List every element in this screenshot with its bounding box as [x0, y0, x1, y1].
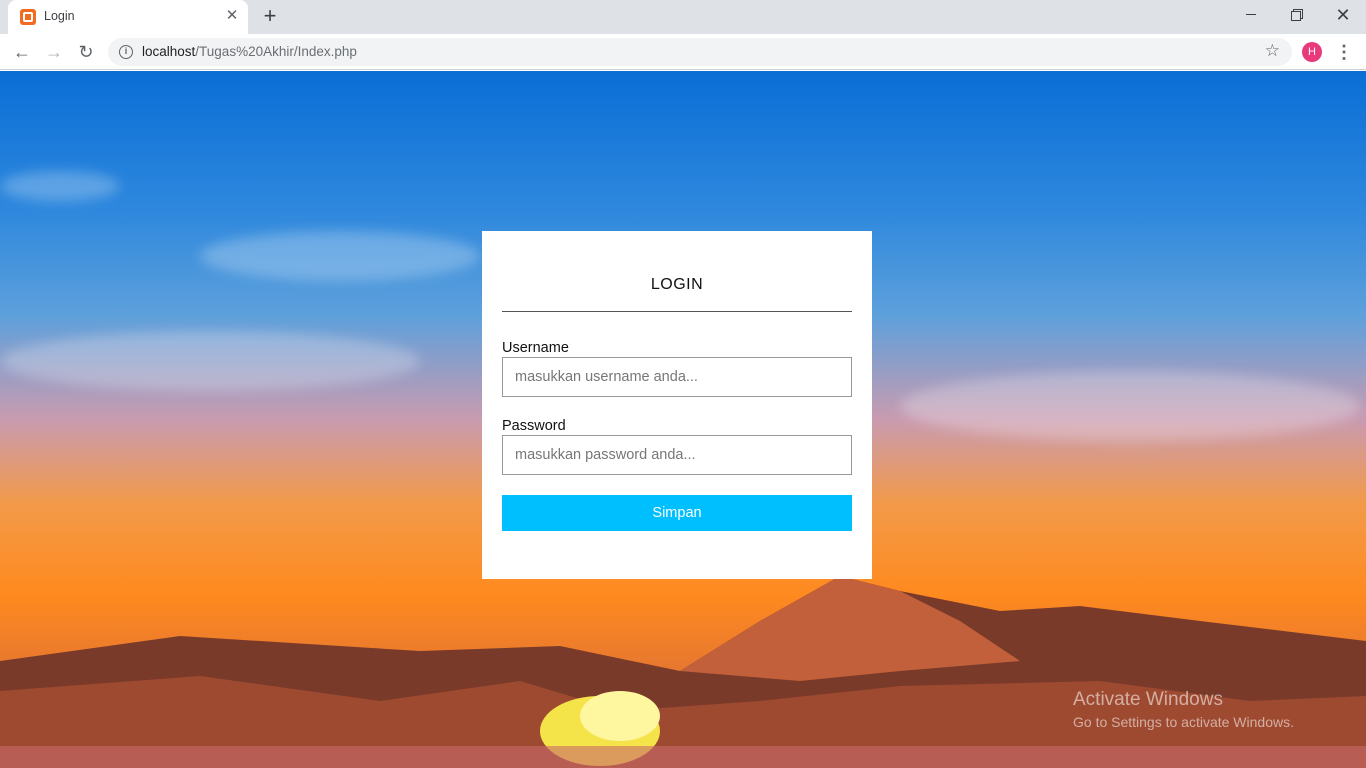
url-text[interactable]: localhost/Tugas%20Akhir/Index.php [142, 44, 357, 59]
username-label: Username [502, 340, 569, 356]
cloud-shape [200, 231, 480, 281]
browser-tab[interactable]: Login ✕ [8, 0, 248, 34]
cloud-shape [0, 331, 420, 391]
password-label: Password [502, 418, 566, 434]
title-divider [502, 311, 852, 312]
page-background: LOGIN Username Password Simpan Activate … [0, 71, 1366, 768]
login-card: LOGIN Username Password Simpan [482, 231, 872, 579]
volcano-landscape [0, 576, 1366, 768]
reload-icon[interactable]: ↻ [74, 40, 98, 64]
browser-toolbar: ← → ↻ i localhost/Tugas%20Akhir/Index.ph… [0, 34, 1366, 70]
new-tab-button[interactable]: + [258, 5, 282, 29]
username-input[interactable] [502, 357, 852, 397]
back-arrow-icon[interactable]: ← [10, 40, 34, 64]
minimize-button[interactable] [1228, 0, 1274, 30]
window-close-button[interactable]: ✕ [1320, 0, 1366, 30]
profile-avatar[interactable]: H [1302, 42, 1322, 62]
password-input[interactable] [502, 435, 852, 475]
activate-windows-watermark: Activate Windows Go to Settings to activ… [1073, 689, 1294, 730]
bookmark-star-icon[interactable]: ☆ [1265, 41, 1280, 61]
tab-bar: Login ✕ + ✕ [0, 0, 1366, 34]
kebab-menu-icon[interactable]: ⋮ [1334, 40, 1354, 64]
tab-title: Login [44, 9, 75, 23]
tab-close-icon[interactable]: ✕ [224, 8, 240, 24]
login-title: LOGIN [650, 276, 704, 293]
xampp-favicon-icon [20, 9, 36, 25]
cloud-shape [0, 171, 120, 201]
submit-button[interactable]: Simpan [502, 495, 852, 531]
site-info-icon[interactable]: i [119, 45, 133, 59]
watermark-subtitle: Go to Settings to activate Windows. [1073, 714, 1294, 730]
address-bar[interactable]: i localhost/Tugas%20Akhir/Index.php ☆ [108, 38, 1292, 66]
watermark-title: Activate Windows [1073, 689, 1223, 710]
forward-arrow-icon[interactable]: → [42, 40, 66, 64]
restore-button[interactable] [1274, 0, 1320, 30]
cloud-shape [900, 371, 1360, 441]
